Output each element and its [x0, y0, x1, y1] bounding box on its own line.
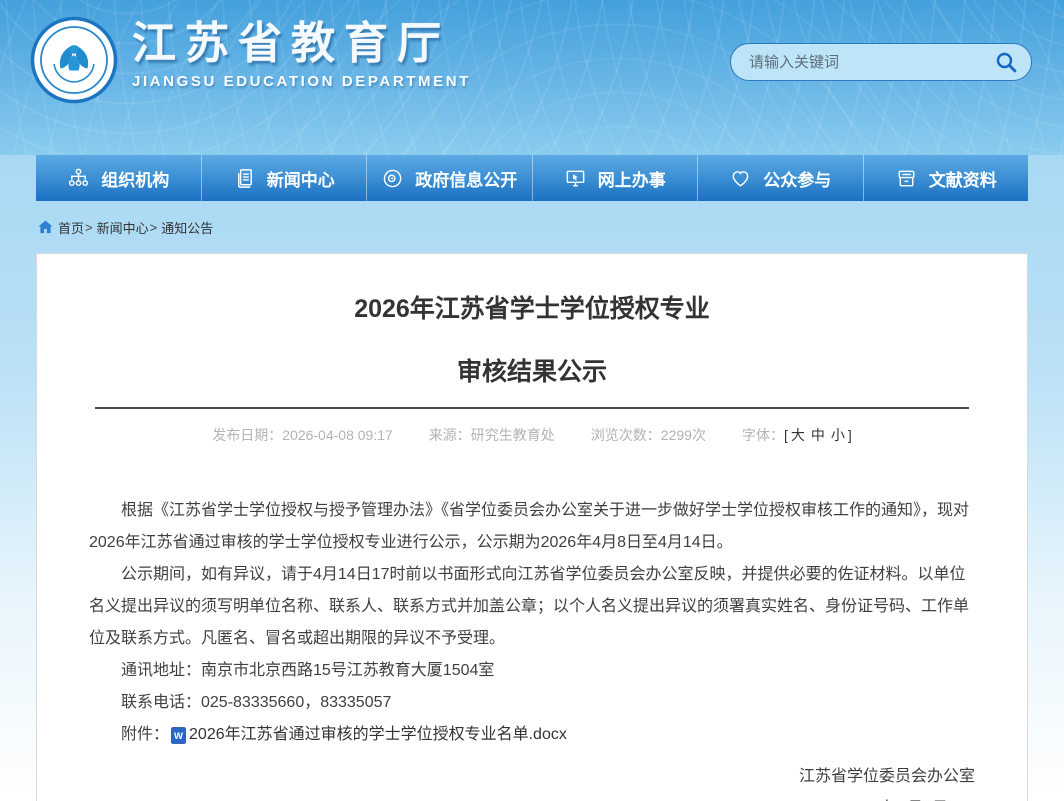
attachment-label: 附件：: [121, 719, 169, 751]
home-icon[interactable]: [38, 220, 53, 234]
article-card: 2026年江苏省学士学位授权专业 审核结果公示 发布日期：2026-04-08 …: [36, 253, 1028, 801]
font-size-medium-button[interactable]: 中: [811, 427, 825, 443]
attachment-line: 附件： W 2026年江苏省通过审核的学士学位授权专业名单.docx: [89, 719, 975, 751]
breadcrumb-separator: >: [85, 220, 93, 235]
nav-label: 公众参与: [763, 166, 831, 191]
font-size-large-button[interactable]: 大: [791, 427, 805, 443]
article-title-line2: 审核结果公示: [89, 357, 975, 387]
contact-phone: 联系电话：025-83335660，83335057: [89, 687, 975, 719]
article-meta: 发布日期：2026-04-08 09:17 来源：研究生教育处 浏览次数：229…: [89, 425, 975, 445]
site-logo-icon[interactable]: [30, 16, 118, 104]
nav-label: 文献资料: [929, 166, 997, 191]
breadcrumb-notices[interactable]: 通知公告: [161, 218, 213, 237]
search-icon[interactable]: [993, 49, 1019, 75]
breadcrumb-home[interactable]: 首页: [58, 218, 84, 237]
svg-text:W: W: [174, 731, 183, 742]
search-box: [730, 43, 1032, 81]
main-nav: 组织机构 新闻中心 政府信息公开 网上办事: [36, 155, 1028, 201]
article-source: 来源：研究生教育处: [429, 425, 555, 445]
documents-icon: [895, 167, 918, 190]
signature-date: 2026年4月8日: [89, 793, 975, 801]
search-input[interactable]: [747, 53, 993, 72]
title-divider: [95, 407, 969, 409]
attachment-link[interactable]: 2026年江苏省通过审核的学士学位授权专业名单.docx: [189, 719, 567, 751]
bracket-close: ]: [848, 427, 852, 443]
online-services-icon: [564, 167, 587, 190]
site-title: 江苏省教育厅 JIANGSU EDUCATION DEPARTMENT: [132, 20, 471, 90]
font-size-controls: 字体：[大中小]: [742, 425, 852, 445]
view-count: 浏览次数：2299次: [591, 425, 706, 445]
nav-label: 网上办事: [598, 166, 666, 191]
publish-date: 发布日期：2026-04-08 09:17: [212, 425, 393, 445]
page: 江苏省教育厅 JIANGSU EDUCATION DEPARTMENT 组织机构: [0, 0, 1064, 801]
breadcrumb-news-center[interactable]: 新闻中心: [97, 218, 149, 237]
breadcrumb-separator: >: [150, 220, 158, 235]
info-disclosure-icon: [381, 167, 404, 190]
nav-label: 组织机构: [101, 166, 169, 191]
nav-item-public-participation[interactable]: 公众参与: [698, 155, 864, 201]
news-icon: [233, 167, 256, 190]
nav-item-news[interactable]: 新闻中心: [202, 155, 368, 201]
site-header: 江苏省教育厅 JIANGSU EDUCATION DEPARTMENT: [0, 0, 1064, 155]
nav-item-documents[interactable]: 文献资料: [864, 155, 1029, 201]
public-participation-icon: [729, 167, 752, 190]
nav-item-organization[interactable]: 组织机构: [36, 155, 202, 201]
site-name-en: JIANGSU EDUCATION DEPARTMENT: [132, 73, 471, 90]
font-size-label: 字体：: [742, 427, 784, 443]
signature-office: 江苏省学位委员会办公室: [89, 761, 975, 793]
nav-item-info-disclosure[interactable]: 政府信息公开: [367, 155, 533, 201]
word-doc-icon: W: [171, 727, 186, 744]
nav-item-online-services[interactable]: 网上办事: [533, 155, 699, 201]
article-body: 根据《江苏省学士学位授权与授予管理办法》《省学位委员会办公室关于进一步做好学士学…: [89, 495, 975, 801]
paragraph: 公示期间，如有异议，请于4月14日17时前以书面形式向江苏省学位委员会办公室反映…: [89, 559, 975, 655]
contact-address: 通讯地址：南京市北京西路15号江苏教育大厦1504室: [89, 655, 975, 687]
site-name: 江苏省教育厅: [132, 20, 471, 68]
article-title-line1: 2026年江苏省学士学位授权专业: [89, 294, 975, 324]
org-chart-icon: [67, 167, 90, 190]
nav-label: 政府信息公开: [415, 166, 517, 191]
signature-block: 江苏省学位委员会办公室 2026年4月8日: [89, 761, 975, 801]
paragraph: 根据《江苏省学士学位授权与授予管理办法》《省学位委员会办公室关于进一步做好学士学…: [89, 495, 975, 559]
bracket-open: [: [784, 427, 788, 443]
font-size-small-button[interactable]: 小: [831, 427, 845, 443]
breadcrumb: 首页 > 新闻中心 > 通知公告: [38, 201, 213, 253]
nav-label: 新闻中心: [267, 166, 335, 191]
